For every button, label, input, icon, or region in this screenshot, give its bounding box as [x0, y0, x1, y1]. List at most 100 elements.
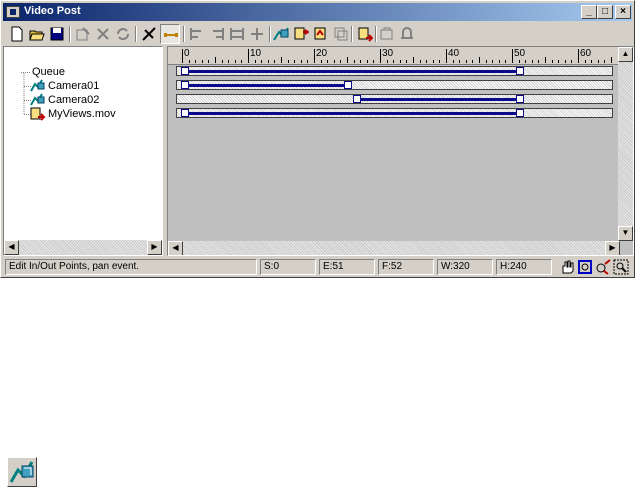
status-end-frame: E:51 [319, 259, 375, 275]
align-left-icon[interactable] [187, 24, 207, 44]
event-tree[interactable]: Queue Camera01 Camera02 MyViews.mov ◀ ▶ [3, 46, 163, 256]
ruler-minor-tick [413, 57, 414, 63]
add-external-event-icon[interactable] [377, 24, 397, 44]
ruler-tick [446, 49, 447, 63]
align-right-icon[interactable] [207, 24, 227, 44]
toolbar-separator [351, 26, 353, 42]
range-start-handle[interactable] [181, 81, 189, 89]
ruler-minor-tick [525, 60, 527, 63]
delete-event-icon[interactable] [93, 24, 113, 44]
range-bar[interactable] [185, 70, 520, 73]
title-bar[interactable]: Video Post _ □ × [3, 3, 632, 21]
track-row[interactable] [176, 66, 613, 76]
range-start-handle[interactable] [181, 67, 189, 75]
ruler-minor-tick [201, 60, 203, 63]
edit-event-icon[interactable] [73, 24, 93, 44]
range-end-handle[interactable] [515, 95, 524, 103]
ruler-minor-tick [459, 60, 461, 63]
frame-ruler[interactable]: 0 10 20 30 40 50 60 [168, 47, 621, 65]
open-sequence-icon[interactable] [27, 24, 47, 44]
pan-hand-icon[interactable] [559, 259, 575, 275]
scroll-down-button[interactable]: ▼ [618, 226, 633, 241]
make-same-size-icon[interactable] [227, 24, 247, 44]
ruler-minor-tick [353, 60, 355, 63]
tracks-scroll-left-button[interactable]: ◀ [168, 241, 183, 255]
tracks-scroll-right-button[interactable]: ▶ [605, 241, 620, 255]
execute-sequence-icon[interactable] [139, 24, 159, 44]
ruler-minor-tick [564, 60, 566, 63]
tracks-vertical-scrollbar[interactable]: ▲ ▼ [618, 47, 633, 241]
abut-selected-icon[interactable] [247, 24, 267, 44]
new-sequence-icon[interactable] [7, 24, 27, 44]
ruler-minor-tick [498, 60, 500, 63]
track-area[interactable]: 0 10 20 30 40 50 60 ▲ ▼ ◀ ▶ [167, 46, 634, 256]
track-row[interactable] [176, 108, 613, 118]
range-bar[interactable] [185, 112, 520, 115]
ruler-minor-tick [399, 60, 401, 63]
ruler-minor-tick [287, 60, 289, 63]
range-start-handle[interactable] [181, 109, 189, 117]
edit-range-bar-icon[interactable] [160, 24, 180, 44]
ruler-minor-tick [538, 60, 540, 63]
tree-horizontal-scrollbar[interactable] [19, 240, 147, 255]
ruler-minor-tick [479, 57, 480, 63]
zoom-time-icon[interactable] [595, 259, 611, 275]
ruler-tick-label: 30 [382, 48, 394, 59]
save-sequence-icon[interactable] [47, 24, 67, 44]
ruler-tick-label: 20 [316, 48, 328, 59]
ruler-tick-label: 60 [580, 48, 592, 59]
tree-scroll-right-button[interactable]: ▶ [147, 240, 162, 255]
add-image-output-event-icon[interactable] [355, 24, 375, 44]
ruler-minor-tick [215, 57, 216, 63]
add-scene-event-icon-enlarged [7, 457, 37, 487]
toolbar [3, 23, 632, 45]
ruler-minor-tick [485, 60, 487, 63]
range-end-handle[interactable] [515, 109, 524, 117]
ruler-minor-tick [307, 60, 309, 63]
scroll-up-button[interactable]: ▲ [618, 47, 633, 62]
range-bar[interactable] [185, 84, 348, 87]
ruler-minor-tick [373, 60, 375, 63]
ruler-minor-tick [333, 60, 335, 63]
add-loop-event-icon[interactable] [397, 24, 417, 44]
ruler-minor-tick [188, 60, 190, 63]
minimize-button[interactable]: _ [581, 5, 597, 19]
maximize-button[interactable]: □ [597, 5, 613, 19]
video-post-window: Video Post _ □ × Queue Camera01 Camera02… [0, 0, 635, 278]
toolbar-separator [183, 26, 185, 42]
status-output-width: W:320 [437, 259, 493, 275]
add-scene-event-icon[interactable] [271, 24, 291, 44]
ruler-minor-tick [419, 60, 421, 63]
swap-events-icon[interactable] [113, 24, 133, 44]
ruler-minor-tick [234, 60, 236, 63]
scene-event-icon [30, 93, 45, 106]
ruler-tick-label: 10 [250, 48, 262, 59]
range-end-handle[interactable] [344, 81, 352, 89]
close-button[interactable]: × [615, 5, 631, 19]
tracks-horizontal-scrollbar[interactable] [183, 241, 605, 255]
add-image-input-event-icon[interactable] [291, 24, 311, 44]
add-image-filter-event-icon[interactable] [311, 24, 331, 44]
range-bar[interactable] [356, 98, 520, 101]
ruler-minor-tick [195, 60, 197, 63]
ruler-minor-tick [571, 60, 573, 63]
ruler-minor-tick [611, 57, 612, 63]
add-image-layer-event-icon[interactable] [331, 24, 351, 44]
range-start-handle[interactable] [352, 95, 361, 103]
ruler-tick [182, 49, 183, 63]
tree-scroll-left-button[interactable]: ◀ [4, 240, 19, 255]
ruler-tick-label: 40 [448, 48, 460, 59]
track-row[interactable] [176, 80, 613, 90]
status-frame-count: F:52 [378, 259, 434, 275]
ruler-minor-tick [267, 60, 269, 63]
ruler-tick [512, 49, 513, 63]
ruler-minor-tick [347, 57, 348, 63]
track-row[interactable] [176, 94, 613, 104]
toolbar-separator [135, 26, 137, 42]
ruler-minor-tick [300, 60, 302, 63]
range-end-handle[interactable] [515, 67, 524, 75]
ruler-minor-tick [406, 60, 408, 63]
zoom-region-icon[interactable] [613, 259, 629, 275]
zoom-extents-icon[interactable] [577, 259, 593, 275]
ruler-minor-tick [366, 60, 368, 63]
